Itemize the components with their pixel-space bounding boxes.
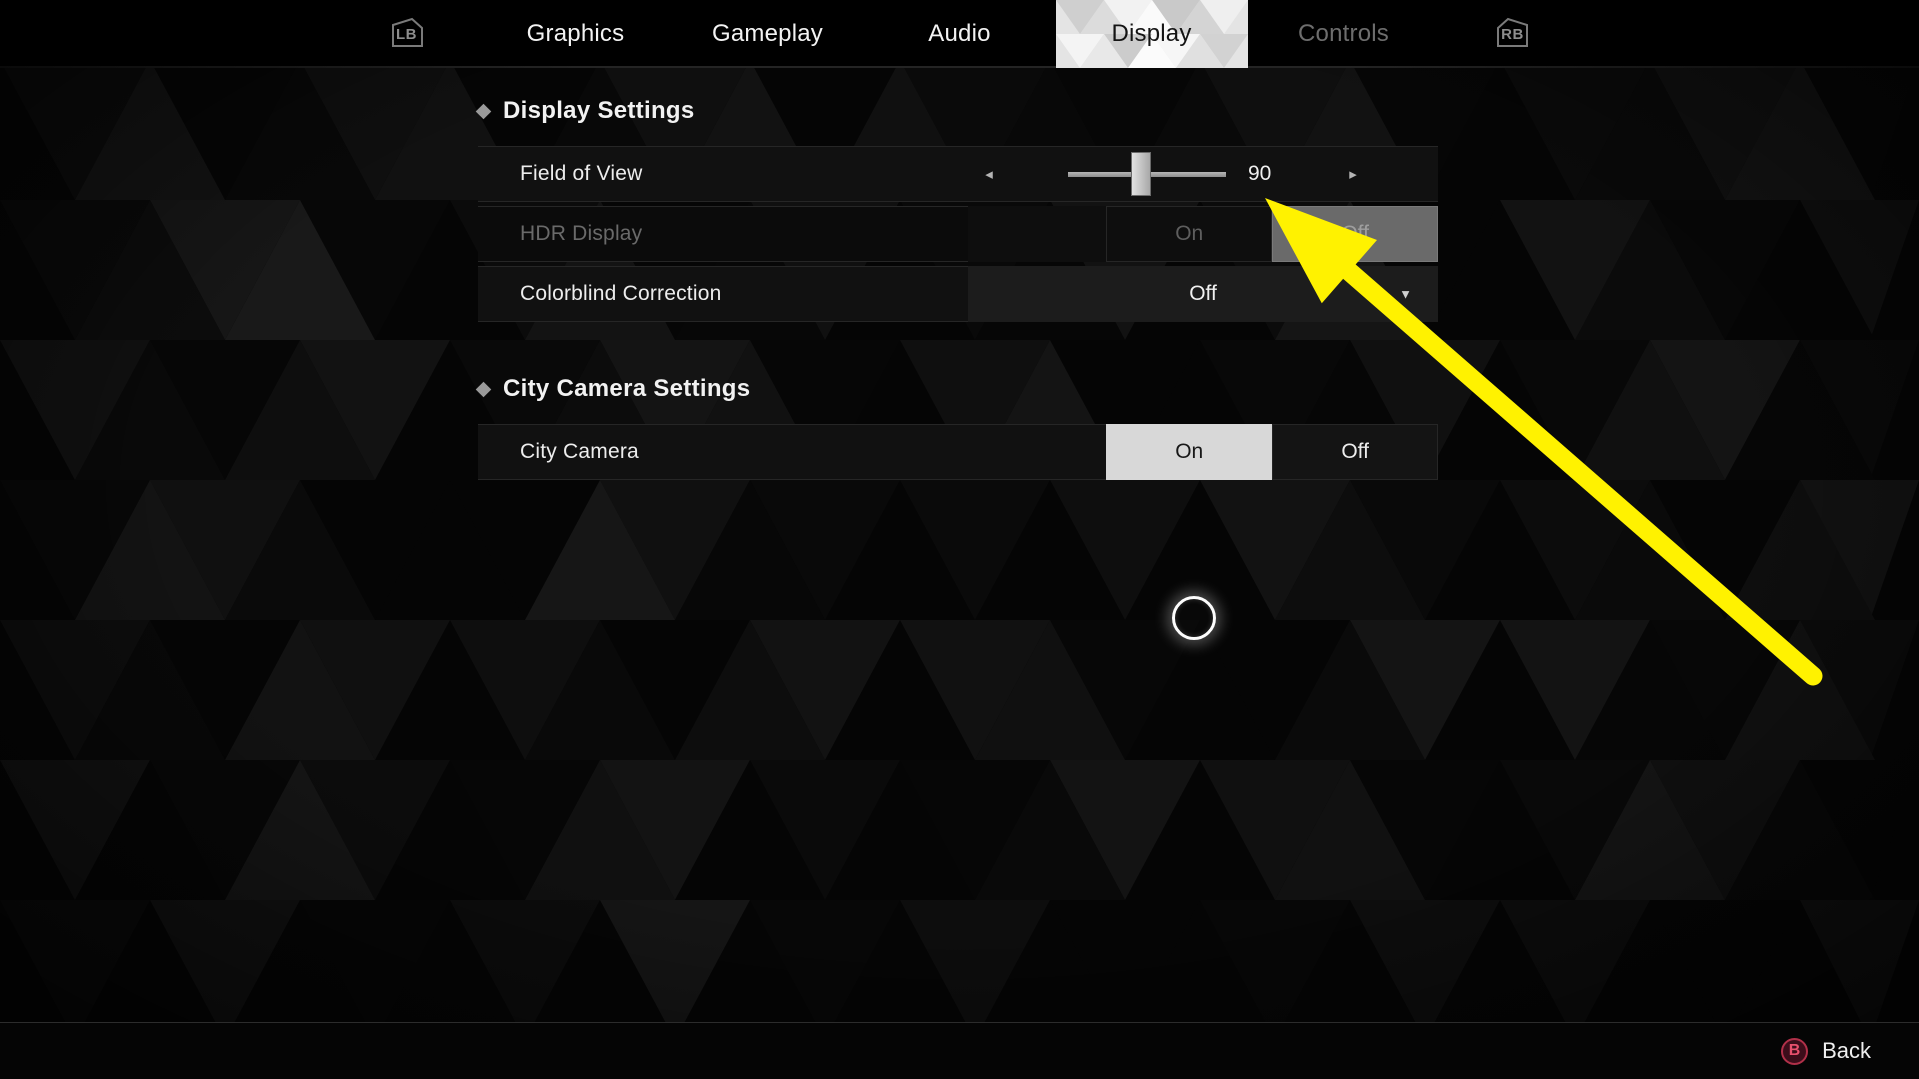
hdr-display-option-on: On [1106, 206, 1273, 262]
field-of-view-decrement-arrow-icon[interactable]: ◂ [968, 165, 1010, 183]
section-title-display-settings: Display Settings [503, 97, 695, 124]
left-bumper-icon: LB [386, 16, 428, 52]
field-of-view-control: ◂ 90 ▸ [968, 147, 1438, 201]
tab-audio[interactable]: Audio [864, 0, 1056, 68]
field-of-view-value: 90 [1248, 162, 1272, 185]
row-label-colorblind-correction: Colorblind Correction [520, 282, 722, 305]
section-title-city-camera-settings: City Camera Settings [503, 375, 751, 402]
diamond-bullet-icon-2 [475, 381, 492, 397]
cursor-ring-indicator [1172, 596, 1216, 640]
colorblind-correction-value: Off [1189, 282, 1217, 305]
b-button-icon[interactable]: B [1781, 1037, 1809, 1065]
tab-display-label: Display [1111, 20, 1192, 47]
right-bumper-label: RB [1501, 25, 1524, 43]
row-colorblind-correction[interactable]: Colorblind Correction Off ▼ [478, 266, 1438, 322]
chevron-down-icon[interactable]: ▼ [1399, 287, 1412, 302]
tab-graphics[interactable]: Graphics [480, 0, 672, 68]
city-camera-control: On Off [968, 424, 1439, 480]
section-header-display-settings: Display Settings [475, 94, 1919, 128]
city-camera-option-on[interactable]: On [1106, 424, 1273, 480]
row-label-field-of-view: Field of View [520, 162, 643, 185]
left-bumper-label: LB [396, 25, 417, 43]
tab-audio-label: Audio [928, 20, 991, 47]
field-of-view-increment-arrow-icon[interactable]: ▸ [1332, 165, 1374, 183]
colorblind-correction-control: Off ▼ [968, 266, 1438, 322]
tab-controls-label: Controls [1298, 20, 1389, 47]
game-settings-screen: LB Graphics Gameplay Audio Display Contr… [0, 0, 1919, 1079]
right-bumper-icon: RB [1492, 16, 1534, 52]
tab-controls[interactable]: Controls [1248, 0, 1440, 68]
hdr-display-control: On Off [968, 206, 1439, 262]
row-hdr-display: HDR Display On Off [478, 206, 1439, 262]
colorblind-correction-dropdown[interactable]: Off ▼ [968, 266, 1438, 322]
back-button-label[interactable]: Back [1822, 1038, 1871, 1064]
field-of-view-slider[interactable] [1068, 146, 1226, 202]
tab-bar-underline [0, 66, 1919, 68]
city-camera-settings-rows: City Camera On Off [478, 424, 1439, 480]
row-label-city-camera: City Camera [520, 440, 639, 463]
row-label-hdr-display: HDR Display [520, 222, 643, 245]
tab-gameplay[interactable]: Gameplay [672, 0, 864, 68]
tab-display[interactable]: Display [1055, 0, 1248, 68]
row-field-of-view[interactable]: Field of View ◂ 90 ▸ [478, 146, 1438, 202]
settings-tab-bar: LB Graphics Gameplay Audio Display Contr… [0, 0, 1919, 68]
city-camera-option-off[interactable]: Off [1272, 424, 1439, 480]
hdr-display-option-off: Off [1272, 206, 1439, 262]
footer-bar: B Back [0, 1022, 1919, 1079]
row-city-camera[interactable]: City Camera On Off [478, 424, 1439, 480]
settings-content: Display Settings Field of View ◂ 90 ▸ HD… [0, 68, 1919, 484]
tab-gameplay-label: Gameplay [712, 20, 823, 47]
section-header-city-camera-settings: City Camera Settings [475, 372, 1919, 406]
field-of-view-slider-handle[interactable] [1130, 152, 1151, 196]
display-settings-rows: Field of View ◂ 90 ▸ HDR Display On Off … [478, 146, 1439, 322]
diamond-bullet-icon [475, 103, 492, 119]
tab-graphics-label: Graphics [526, 20, 625, 47]
